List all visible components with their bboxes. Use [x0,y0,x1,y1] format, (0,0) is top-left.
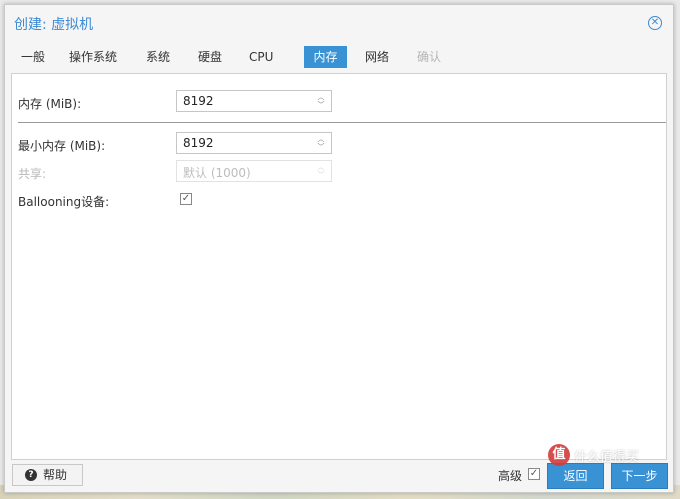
min-memory-value: 8192 [183,136,214,150]
dialog-title: 创建: 虚拟机 [14,17,94,33]
help-button-label: 帮助 [43,468,68,482]
min-memory-label: 最小内存 (MiB): [18,139,106,153]
tab-disk[interactable]: 硬盘 [192,46,228,68]
tab-general[interactable]: 一般 [15,46,51,68]
section-divider [18,122,666,123]
spinner-arrows-icon: ︿ ﹀ [317,163,325,179]
spinner-arrows-icon[interactable]: ︿ ﹀ [316,135,326,151]
shares-label: 共享: [18,167,47,181]
dialog-footer: ? 帮助 高级 ✓ 返回 下一步 [5,461,673,493]
create-vm-dialog: 创建: 虚拟机 ✕ 一般 操作系统 系统 硬盘 CPU 内存 网络 确认 内存 … [4,4,674,493]
min-memory-spinner[interactable]: 8192 ︿ ﹀ [176,132,332,154]
question-circle-icon: ? [25,469,37,481]
back-button[interactable]: 返回 [547,463,604,489]
tab-system[interactable]: 系统 [140,46,176,68]
memory-panel: 内存 (MiB): 8192 ︿ ﹀ 最小内存 (MiB): 8192 ︿ ﹀ 共享… [11,73,667,460]
tab-confirm: 确认 [417,50,442,64]
memory-spinner[interactable]: 8192 ︿ ﹀ [176,90,332,112]
tab-os[interactable]: 操作系统 [63,46,123,68]
dialog-titlebar: 创建: 虚拟机 ✕ [5,5,673,41]
tab-memory[interactable]: 内存 [304,46,347,68]
advanced-checkbox[interactable]: ✓ [528,468,540,480]
advanced-label: 高级 [498,469,523,483]
ballooning-checkbox[interactable]: ✓ [180,193,192,205]
spinner-arrows-icon[interactable]: ︿ ﹀ [316,93,326,109]
ballooning-label: Ballooning设备: [18,195,110,209]
tab-network[interactable]: 网络 [359,46,395,68]
tab-cpu[interactable]: CPU [243,46,279,68]
close-icon[interactable]: ✕ [648,16,662,30]
shares-placeholder: 默认 (1000) [183,166,251,180]
memory-label: 内存 (MiB): [18,97,82,111]
shares-spinner: 默认 (1000) ︿ ﹀ [176,160,332,182]
memory-value: 8192 [183,94,214,108]
help-button[interactable]: ? 帮助 [12,464,83,486]
next-button[interactable]: 下一步 [611,463,668,489]
